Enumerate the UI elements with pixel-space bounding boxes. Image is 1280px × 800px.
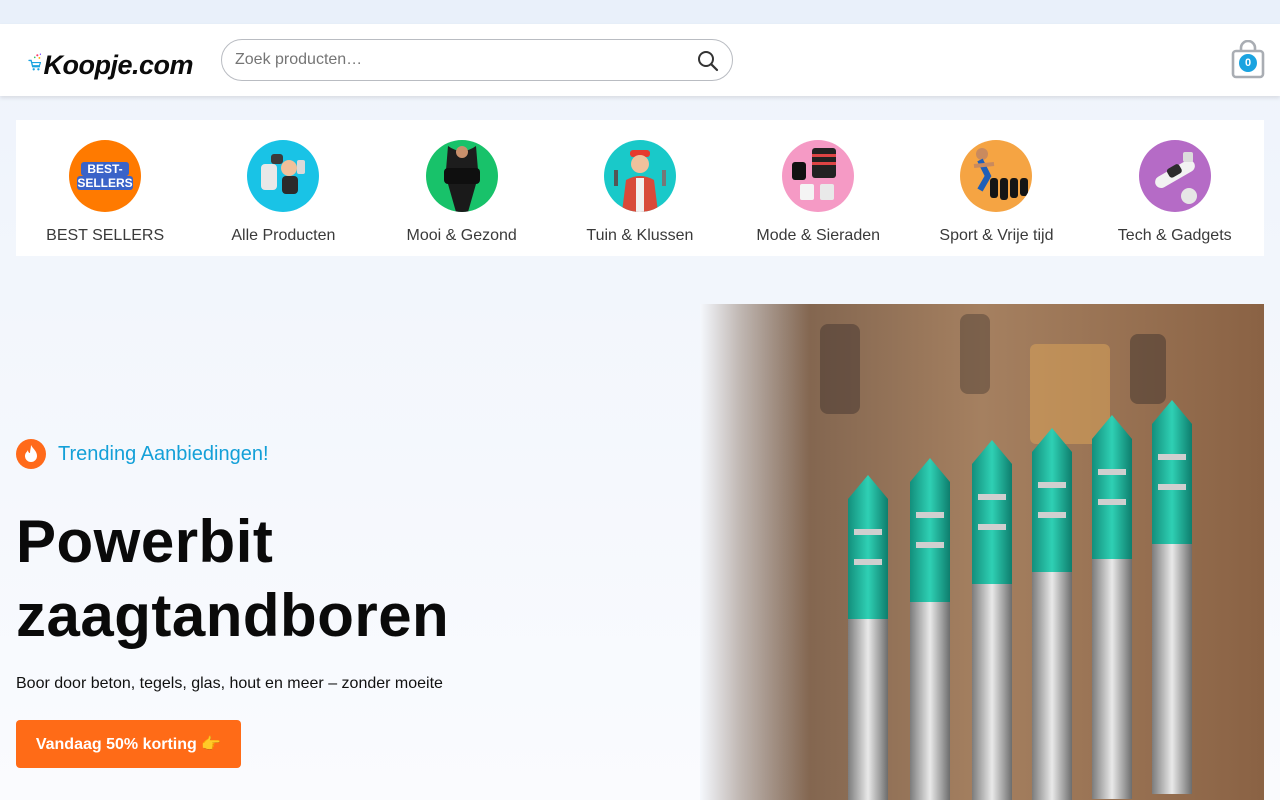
hero-title: Powerbit zaagtandboren <box>16 508 450 649</box>
hero-subtitle: Boor door beton, tegels, glas, hout en m… <box>16 675 443 692</box>
discount-cta-button[interactable]: Vandaag 50% korting 👉 <box>16 720 241 768</box>
trending-tag: Trending Aanbiedingen! <box>16 439 269 469</box>
cart-button[interactable]: 0 <box>1230 39 1266 80</box>
svg-text:BEST-: BEST- <box>87 162 122 176</box>
category-tuin-klussen[interactable]: Tuin & Klussen <box>551 120 729 256</box>
category-label: Mooi & Gezond <box>406 227 517 244</box>
hero-product-image <box>700 304 1264 800</box>
category-label: Mode & Sieraden <box>756 227 881 244</box>
category-alle-producten[interactable]: Alle Producten <box>194 120 372 256</box>
top-strip <box>0 0 1280 24</box>
cart-logo-icon <box>28 53 42 71</box>
category-label: BEST SELLERS <box>46 227 165 244</box>
search-bar <box>221 39 733 81</box>
category-label: Tech & Gadgets <box>1117 227 1232 244</box>
waist-trainer-icon <box>425 140 498 212</box>
search-icon[interactable] <box>696 49 720 73</box>
search-input[interactable] <box>235 45 675 75</box>
runner-socks-icon <box>960 140 1033 212</box>
site-header: Koopje.com 0 <box>0 24 1280 96</box>
category-best-sellers[interactable]: BEST- SELLERS BEST SELLERS <box>16 120 194 256</box>
handyman-icon <box>603 140 676 212</box>
category-tech-gadgets[interactable]: Tech & Gadgets <box>1086 120 1264 256</box>
category-mode-sieraden[interactable]: Mode & Sieraden <box>729 120 907 256</box>
best-sellers-icon: BEST- SELLERS <box>69 140 142 212</box>
gadget-icon <box>1138 140 1211 212</box>
category-mooi-gezond[interactable]: Mooi & Gezond <box>373 120 551 256</box>
category-nav: BEST- SELLERS BEST SELLERS Alle Producte… <box>16 120 1264 256</box>
site-logo[interactable]: Koopje.com <box>28 38 193 84</box>
category-label: Alle Producten <box>231 227 336 244</box>
product-collage-icon <box>247 140 320 212</box>
svg-text:SELLERS: SELLERS <box>77 176 132 190</box>
cart-count-badge: 0 <box>1239 54 1257 72</box>
category-label: Sport & Vrije tijd <box>939 227 1054 244</box>
logo-text: Koopje.com <box>43 49 193 80</box>
category-label: Tuin & Klussen <box>586 227 694 244</box>
flame-icon <box>16 439 46 469</box>
category-sport-vrije-tijd[interactable]: Sport & Vrije tijd <box>907 120 1085 256</box>
fashion-items-icon <box>782 140 855 212</box>
trending-label: Trending Aanbiedingen! <box>58 442 269 465</box>
